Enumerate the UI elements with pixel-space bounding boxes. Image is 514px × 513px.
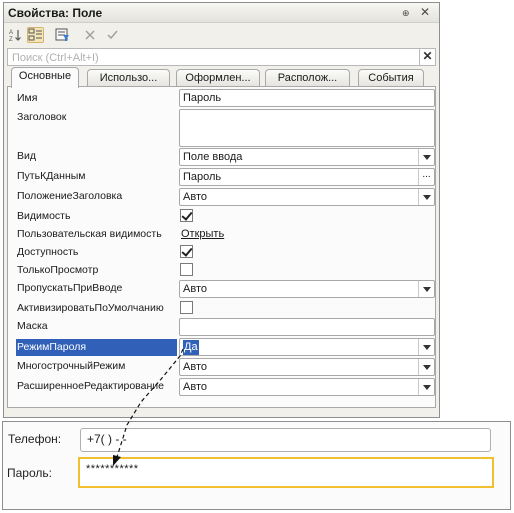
tab-main[interactable]: Основные [11,67,79,88]
